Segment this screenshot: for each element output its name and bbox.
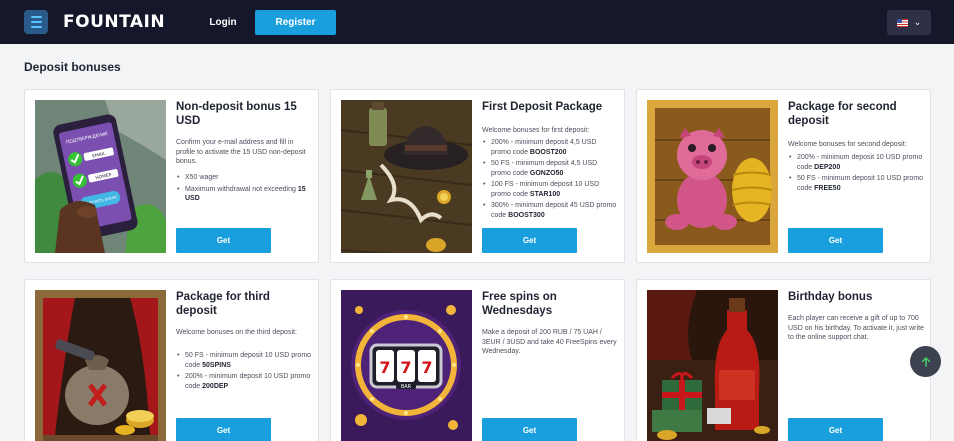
card-description: Each player can receive a gift of up to … bbox=[788, 315, 924, 341]
get-bonus-button[interactable]: Get bbox=[482, 228, 577, 253]
slot-reel-3: 7 bbox=[421, 358, 432, 377]
bonus-item: X50 wager bbox=[176, 173, 312, 183]
bonus-item: 50 FS - minimum deposit 10 USD promo cod… bbox=[788, 174, 924, 193]
bonus-card-second-deposit: Package for second deposit Welcome bonus… bbox=[636, 89, 931, 263]
section-title: Deposit bonuses bbox=[24, 60, 121, 74]
bonus-list: X50 wager Maximum withdrawal not exceedi… bbox=[176, 173, 312, 206]
card-description: Welcome bonuses for first deposit: bbox=[482, 127, 590, 134]
bonus-item: 50 FS - minimum deposit 4,5 USD promo co… bbox=[482, 159, 618, 178]
bonus-card-third-deposit: Package for third deposit Welcome bonuse… bbox=[24, 279, 319, 441]
language-selector[interactable]: ⌄ bbox=[887, 10, 931, 35]
bonus-list: 50 FS - minimum deposit 10 USD promo cod… bbox=[176, 351, 312, 393]
chevron-down-icon: ⌄ bbox=[913, 17, 922, 27]
bonus-item: Maximum withdrawal not exceeding 15 USD bbox=[176, 185, 312, 204]
bonus-item: 200% - minimum deposit 10 USD promo code… bbox=[788, 153, 924, 172]
bonus-item: 200% - minimum deposit 10 USD promo code… bbox=[176, 372, 312, 391]
bonus-card-first-deposit: First Deposit Package Welcome bonuses fo… bbox=[330, 89, 625, 263]
card-description: Welcome bonuses on the third deposit: bbox=[176, 329, 297, 336]
card-title: Package for third deposit bbox=[176, 291, 270, 317]
hamburger-menu-icon[interactable] bbox=[24, 10, 48, 34]
card-title: Non-deposit bonus 15 USD bbox=[176, 101, 297, 127]
top-navigation-bar: FOUNTAIN Login Register ⌄ bbox=[0, 0, 954, 44]
card-title: Birthday bonus bbox=[788, 291, 873, 303]
bonus-card-free-spins: 7 7 7 BAR Free spins on Wednesdays Make … bbox=[330, 279, 625, 441]
get-bonus-button[interactable]: Get bbox=[176, 418, 271, 441]
bonus-list: 200% - minimum deposit 4,5 USD promo cod… bbox=[482, 138, 618, 222]
bonus-item: 200% - minimum deposit 4,5 USD promo cod… bbox=[482, 138, 618, 157]
get-bonus-button[interactable]: Get bbox=[788, 418, 883, 441]
card-description: Confirm your e-mail address and fill in … bbox=[176, 139, 306, 165]
bonus-image-phone: ПОДТВЕРЖДЕНИЕ EMAIL НОМЕР ПОЛУЧИТЬ БОНУС bbox=[35, 100, 166, 253]
slot-bar-label: BAR bbox=[401, 384, 412, 390]
bonus-list: 200% - minimum deposit 10 USD promo code… bbox=[788, 153, 924, 195]
get-bonus-button[interactable]: Get bbox=[482, 418, 577, 441]
scroll-to-top-button[interactable] bbox=[910, 346, 941, 377]
card-description: Make a deposit of 200 RUB / 75 UAH / 3EU… bbox=[482, 329, 617, 355]
card-title: Package for second deposit bbox=[788, 101, 897, 127]
card-title: Free spins on Wednesdays bbox=[482, 291, 557, 317]
logo[interactable]: FOUNTAIN bbox=[63, 12, 165, 32]
slot-reel-1: 7 bbox=[379, 358, 390, 377]
bonus-card-non-deposit: ПОДТВЕРЖДЕНИЕ EMAIL НОМЕР ПОЛУЧИТЬ БОНУС… bbox=[24, 89, 319, 263]
bonus-item: 300% - minimum deposit 45 USD promo code… bbox=[482, 201, 618, 220]
bonus-image-loot-bag bbox=[35, 290, 166, 441]
bonus-image-birthday-gift bbox=[647, 290, 778, 441]
arrow-up-icon bbox=[921, 356, 930, 367]
us-flag-icon bbox=[896, 18, 908, 27]
get-bonus-button[interactable]: Get bbox=[176, 228, 271, 253]
bonus-image-adventurer-table bbox=[341, 100, 472, 253]
card-title: First Deposit Package bbox=[482, 101, 603, 113]
bonus-item: 100 FS - minimum deposit 10 USD promo co… bbox=[482, 180, 618, 199]
login-button[interactable]: Login bbox=[199, 11, 247, 33]
register-button[interactable]: Register bbox=[255, 10, 336, 35]
bonus-image-slot-machine: 7 7 7 BAR bbox=[341, 290, 472, 441]
get-bonus-button[interactable]: Get bbox=[788, 228, 883, 253]
card-description: Welcome bonuses for second deposit: bbox=[788, 141, 907, 148]
slot-reel-2: 7 bbox=[400, 358, 411, 377]
bonus-card-birthday: Birthday bonus Each player can receive a… bbox=[636, 279, 931, 441]
bonus-image-pig-toy bbox=[647, 100, 778, 253]
bonus-item: 50 FS - minimum deposit 10 USD promo cod… bbox=[176, 351, 312, 370]
